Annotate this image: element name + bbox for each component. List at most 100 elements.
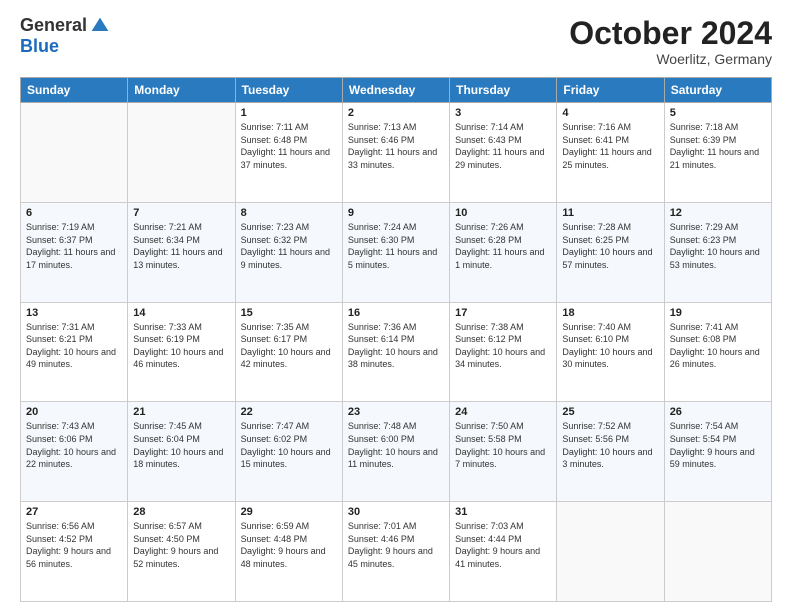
day-number: 15 — [241, 307, 337, 319]
calendar-day-cell: 31 Sunrise: 7:03 AM Sunset: 4:44 PM Dayli… — [450, 502, 557, 602]
day-number: 20 — [26, 406, 122, 418]
calendar-body: 1 Sunrise: 7:11 AM Sunset: 6:48 PM Daylig… — [21, 103, 772, 602]
calendar-day-cell: 11Sunrise: 7:28 AM Sunset: 6:25 PM Dayli… — [557, 202, 664, 302]
day-number: 2 — [348, 107, 444, 119]
calendar-day-cell: 12 Sunrise: 7:29 AM Sunset: 6:23 PM Dayli… — [664, 202, 771, 302]
day-number: 5 — [670, 107, 766, 119]
day-number: 24 — [455, 406, 551, 418]
day-number: 19 — [670, 307, 766, 319]
calendar-day-cell: 27 Sunrise: 6:56 AM Sunset: 4:52 PM Dayli… — [21, 502, 128, 602]
calendar-day-cell: 6Sunrise: 7:19 AM Sunset: 6:37 PM Daylig… — [21, 202, 128, 302]
weekday-header-cell: Friday — [557, 78, 664, 103]
calendar-day-cell: 18Sunrise: 7:40 AM Sunset: 6:10 PM Dayli… — [557, 302, 664, 402]
day-number: 18 — [562, 307, 658, 319]
day-number: 23 — [348, 406, 444, 418]
weekday-header-cell: Tuesday — [235, 78, 342, 103]
day-number: 4 — [562, 107, 658, 119]
weekday-header-cell: Sunday — [21, 78, 128, 103]
weekday-header-row: SundayMondayTuesdayWednesdayThursdayFrid… — [21, 78, 772, 103]
calendar-day-cell: 21 Sunrise: 7:45 AM Sunset: 6:04 PM Dayli… — [128, 402, 235, 502]
day-number: 25 — [562, 406, 658, 418]
day-number: 3 — [455, 107, 551, 119]
day-info: Sunrise: 7:47 AM Sunset: 6:02 PM Dayligh… — [241, 420, 337, 470]
day-info: Sunrise: 7:45 AM Sunset: 6:04 PM Dayligh… — [133, 420, 229, 470]
day-info: Sunrise: 7:19 AM Sunset: 6:37 PM Dayligh… — [26, 221, 122, 271]
day-info: Sunrise: 7:23 AM Sunset: 6:32 PM Dayligh… — [241, 221, 337, 271]
location: Woerlitz, Germany — [569, 51, 772, 67]
day-number: 16 — [348, 307, 444, 319]
day-number: 8 — [241, 207, 337, 219]
calendar-day-cell: 4 Sunrise: 7:16 AM Sunset: 6:41 PM Daylig… — [557, 103, 664, 203]
day-number: 14 — [133, 307, 229, 319]
day-info: Sunrise: 7:01 AM Sunset: 4:46 PM Dayligh… — [348, 520, 444, 570]
calendar-day-cell: 13 Sunrise: 7:31 AM Sunset: 6:21 PM Dayli… — [21, 302, 128, 402]
day-number: 12 — [670, 207, 766, 219]
day-info: Sunrise: 6:57 AM Sunset: 4:50 PM Dayligh… — [133, 520, 229, 570]
calendar-day-cell: 7Sunrise: 7:21 AM Sunset: 6:34 PM Daylig… — [128, 202, 235, 302]
calendar-day-cell: 10Sunrise: 7:26 AM Sunset: 6:28 PM Dayli… — [450, 202, 557, 302]
logo-icon — [90, 16, 110, 36]
calendar-day-cell: 15 Sunrise: 7:35 AM Sunset: 6:17 PM Dayli… — [235, 302, 342, 402]
day-number: 13 — [26, 307, 122, 319]
calendar-day-cell: 26Sunrise: 7:54 AM Sunset: 5:54 PM Dayli… — [664, 402, 771, 502]
day-number: 31 — [455, 506, 551, 518]
calendar-day-cell: 2 Sunrise: 7:13 AM Sunset: 6:46 PM Daylig… — [342, 103, 449, 203]
day-info: Sunrise: 7:16 AM Sunset: 6:41 PM Dayligh… — [562, 121, 658, 171]
logo-general: General — [20, 16, 110, 36]
calendar-day-cell: 5 Sunrise: 7:18 AM Sunset: 6:39 PM Daylig… — [664, 103, 771, 203]
calendar-day-cell — [664, 502, 771, 602]
day-info: Sunrise: 7:03 AM Sunset: 4:44 PM Dayligh… — [455, 520, 551, 570]
day-info: Sunrise: 7:48 AM Sunset: 6:00 PM Dayligh… — [348, 420, 444, 470]
weekday-header-cell: Thursday — [450, 78, 557, 103]
day-info: Sunrise: 7:11 AM Sunset: 6:48 PM Dayligh… — [241, 121, 337, 171]
day-number: 30 — [348, 506, 444, 518]
month-title: October 2024 — [569, 16, 772, 51]
day-info: Sunrise: 7:14 AM Sunset: 6:43 PM Dayligh… — [455, 121, 551, 171]
day-number: 28 — [133, 506, 229, 518]
calendar-day-cell: 9 Sunrise: 7:24 AM Sunset: 6:30 PM Daylig… — [342, 202, 449, 302]
calendar-day-cell: 16 Sunrise: 7:36 AM Sunset: 6:14 PM Dayli… — [342, 302, 449, 402]
calendar-day-cell: 1 Sunrise: 7:11 AM Sunset: 6:48 PM Daylig… — [235, 103, 342, 203]
calendar-week-row: 6Sunrise: 7:19 AM Sunset: 6:37 PM Daylig… — [21, 202, 772, 302]
calendar-week-row: 13 Sunrise: 7:31 AM Sunset: 6:21 PM Dayli… — [21, 302, 772, 402]
calendar-day-cell: 20Sunrise: 7:43 AM Sunset: 6:06 PM Dayli… — [21, 402, 128, 502]
page: General Blue October 2024 Woerlitz, Germ… — [0, 0, 792, 612]
day-number: 29 — [241, 506, 337, 518]
calendar-day-cell: 3 Sunrise: 7:14 AM Sunset: 6:43 PM Daylig… — [450, 103, 557, 203]
day-number: 22 — [241, 406, 337, 418]
weekday-header-cell: Saturday — [664, 78, 771, 103]
logo: General Blue — [20, 16, 110, 57]
day-info: Sunrise: 7:38 AM Sunset: 6:12 PM Dayligh… — [455, 321, 551, 371]
calendar-day-cell: 19 Sunrise: 7:41 AM Sunset: 6:08 PM Dayli… — [664, 302, 771, 402]
day-number: 1 — [241, 107, 337, 119]
day-info: Sunrise: 7:13 AM Sunset: 6:46 PM Dayligh… — [348, 121, 444, 171]
day-info: Sunrise: 7:50 AM Sunset: 5:58 PM Dayligh… — [455, 420, 551, 470]
calendar-day-cell: 25 Sunrise: 7:52 AM Sunset: 5:56 PM Dayli… — [557, 402, 664, 502]
day-info: Sunrise: 7:36 AM Sunset: 6:14 PM Dayligh… — [348, 321, 444, 371]
day-info: Sunrise: 7:52 AM Sunset: 5:56 PM Dayligh… — [562, 420, 658, 470]
calendar-day-cell: 30 Sunrise: 7:01 AM Sunset: 4:46 PM Dayli… — [342, 502, 449, 602]
day-info: Sunrise: 7:41 AM Sunset: 6:08 PM Dayligh… — [670, 321, 766, 371]
day-number: 26 — [670, 406, 766, 418]
day-info: Sunrise: 6:56 AM Sunset: 4:52 PM Dayligh… — [26, 520, 122, 570]
calendar-day-cell — [128, 103, 235, 203]
calendar-week-row: 20Sunrise: 7:43 AM Sunset: 6:06 PM Dayli… — [21, 402, 772, 502]
day-info: Sunrise: 7:28 AM Sunset: 6:25 PM Dayligh… — [562, 221, 658, 271]
header: General Blue October 2024 Woerlitz, Germ… — [20, 16, 772, 67]
day-info: Sunrise: 7:29 AM Sunset: 6:23 PM Dayligh… — [670, 221, 766, 271]
day-info: Sunrise: 7:18 AM Sunset: 6:39 PM Dayligh… — [670, 121, 766, 171]
calendar-day-cell: 24 Sunrise: 7:50 AM Sunset: 5:58 PM Dayli… — [450, 402, 557, 502]
day-number: 17 — [455, 307, 551, 319]
day-info: Sunrise: 7:31 AM Sunset: 6:21 PM Dayligh… — [26, 321, 122, 371]
day-number: 10 — [455, 207, 551, 219]
calendar-week-row: 1 Sunrise: 7:11 AM Sunset: 6:48 PM Daylig… — [21, 103, 772, 203]
weekday-header-cell: Monday — [128, 78, 235, 103]
calendar-table: SundayMondayTuesdayWednesdayThursdayFrid… — [20, 77, 772, 602]
day-info: Sunrise: 7:24 AM Sunset: 6:30 PM Dayligh… — [348, 221, 444, 271]
calendar-day-cell: 17 Sunrise: 7:38 AM Sunset: 6:12 PM Dayli… — [450, 302, 557, 402]
day-number: 9 — [348, 207, 444, 219]
day-number: 21 — [133, 406, 229, 418]
calendar-day-cell: 23 Sunrise: 7:48 AM Sunset: 6:00 PM Dayli… — [342, 402, 449, 502]
day-number: 27 — [26, 506, 122, 518]
day-info: Sunrise: 7:35 AM Sunset: 6:17 PM Dayligh… — [241, 321, 337, 371]
